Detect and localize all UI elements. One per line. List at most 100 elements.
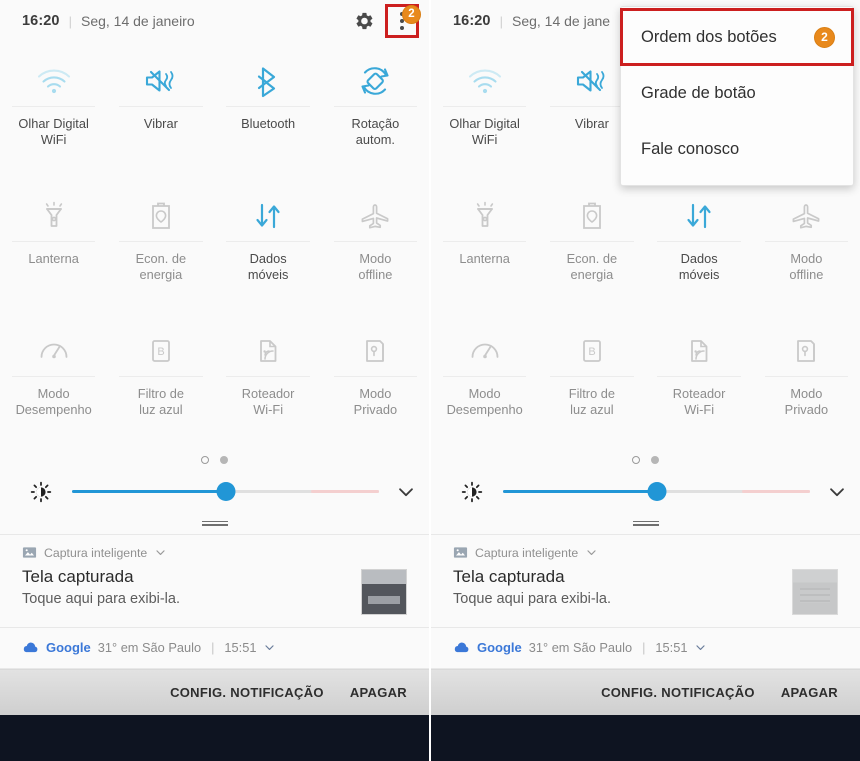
notification-subtitle: Toque aqui para exibi-la. [453, 591, 611, 607]
notification-settings-button[interactable]: CONFIG. NOTIFICAÇÃO [601, 685, 755, 700]
menu-item-fale-conosco[interactable]: Fale conosco [621, 121, 853, 177]
toggle-row: Modo Desempenho B Filtro de luz azul Rot… [0, 314, 429, 449]
menu-item-grade-de-botao[interactable]: Grade de botão [621, 65, 853, 121]
toggle-bluetooth[interactable]: Bluetooth [215, 44, 322, 179]
performance-mode-icon [467, 328, 503, 374]
toggle-rotacao-automatica[interactable]: Rotaçãoautom. [322, 44, 429, 179]
panel-drag-handle[interactable] [431, 513, 860, 534]
toggle-filtro-luz-azul[interactable]: B Filtro de luz azul [538, 314, 645, 449]
toggle-modo-desempenho[interactable]: Modo Desempenho [431, 314, 538, 449]
flashlight-icon [37, 193, 71, 239]
mobile-data-icon [251, 193, 285, 239]
airplane-icon [787, 193, 825, 239]
notification-area: Captura inteligente Tela capturada Toque… [0, 534, 429, 669]
toggle-lanterna[interactable]: Lanterna [0, 179, 107, 314]
toggle-lanterna[interactable]: Lanterna [431, 179, 538, 314]
notification-card[interactable]: Captura inteligente Tela capturada Toque… [0, 535, 429, 628]
notification-settings-button[interactable]: CONFIG. NOTIFICAÇÃO [170, 685, 324, 700]
toggle-roteador-wifi[interactable]: Roteador Wi-Fi [646, 314, 753, 449]
flashlight-icon [468, 193, 502, 239]
toggle-modo-privado[interactable]: Modo Privado [753, 314, 860, 449]
toggle-olhar-digital-wifi[interactable]: Olhar Digital WiFi [431, 44, 538, 179]
blue-light-filter-icon: B [576, 328, 608, 374]
toggle-divider [226, 241, 310, 242]
toggle-dados-moveis[interactable]: Dados móveis [215, 179, 322, 314]
toggle-divider [764, 376, 849, 377]
toggle-divider [226, 106, 310, 107]
toggle-divider [657, 376, 741, 377]
toggle-label: Olhar Digital WiFi [449, 116, 520, 147]
screenshot-thumbnail[interactable] [361, 569, 407, 615]
chevron-down-icon[interactable] [263, 641, 276, 654]
clear-all-button[interactable]: APAGAR [350, 685, 407, 700]
vibrate-icon [572, 58, 612, 104]
page-dot-2[interactable] [220, 455, 228, 464]
wifi-icon [465, 58, 505, 104]
status-time: 16:20 [453, 13, 491, 29]
notification-texts: Tela capturada Toque aqui para exibi-la. [453, 565, 792, 610]
menu-item-ordem-dos-botoes[interactable]: Ordem dos botões 2 [620, 8, 854, 66]
notification-body: Tela capturada Toque aqui para exibi-la. [453, 565, 846, 615]
toggle-modo-offline[interactable]: Modo offline [322, 179, 429, 314]
weather-separator: | [211, 640, 215, 655]
notification-card[interactable]: Captura inteligente Tela capturada Toque… [431, 535, 860, 628]
toggle-divider [226, 376, 310, 377]
toggle-economia-de-energia[interactable]: Econ. de energia [107, 179, 214, 314]
page-dot-1[interactable] [632, 455, 640, 464]
slider-knob[interactable] [647, 482, 666, 501]
page-indicator[interactable] [431, 449, 860, 470]
chevron-down-icon[interactable] [154, 546, 167, 559]
toggle-label: Modo Privado [784, 386, 829, 417]
notification-subtitle: Toque aqui para exibi-la. [22, 591, 180, 607]
chevron-down-icon[interactable] [694, 641, 707, 654]
notification-texts: Tela capturada Toque aqui para exibi-la. [22, 565, 361, 610]
notification-app-name: Captura inteligente [475, 545, 579, 560]
slider-knob[interactable] [216, 482, 235, 501]
toggle-label: Dados móveis [678, 251, 720, 282]
clear-all-button[interactable]: APAGAR [781, 685, 838, 700]
page-dot-1[interactable] [201, 455, 209, 464]
notification-title: Tela capturada [22, 567, 134, 586]
weather-source: Google [477, 640, 522, 655]
chevron-down-icon[interactable] [826, 481, 848, 503]
weather-notification[interactable]: Google 31° em São Paulo | 15:51 [0, 628, 429, 669]
quick-settings-panel-right: 16:20 | Seg, 14 de jane Ordem dos botões… [429, 0, 860, 761]
toggle-modo-desempenho[interactable]: Modo Desempenho [0, 314, 107, 449]
private-mode-icon [789, 328, 823, 374]
quick-settings-panel-left: 16:20 | Seg, 14 de janeiro 2 Olhar Digit… [0, 0, 429, 761]
toggle-economia-de-energia[interactable]: Econ. de energia [538, 179, 645, 314]
toggle-roteador-wifi[interactable]: Roteador Wi-Fi [215, 314, 322, 449]
gear-icon[interactable] [353, 10, 375, 32]
toggle-label: Econ. de energia [566, 251, 618, 282]
panel-drag-handle[interactable] [0, 513, 429, 534]
menu-item-badge: 2 [814, 26, 835, 48]
toggle-modo-offline[interactable]: Modo offline [753, 179, 860, 314]
chevron-down-icon[interactable] [395, 481, 417, 503]
notification-body: Tela capturada Toque aqui para exibi-la. [22, 565, 415, 615]
wifi-hotspot-icon [252, 328, 284, 374]
bluetooth-icon [254, 58, 282, 104]
page-dot-2[interactable] [651, 455, 659, 464]
weather-notification[interactable]: Google 31° em São Paulo | 15:51 [431, 628, 860, 669]
overflow-menu-button[interactable]: 2 [385, 4, 421, 38]
header-separator: | [68, 13, 72, 29]
toggle-filtro-luz-azul[interactable]: B Filtro de luz azul [107, 314, 214, 449]
toggle-olhar-digital-wifi[interactable]: Olhar Digital WiFi [0, 44, 107, 179]
toggle-label: Modo Privado [353, 386, 398, 417]
toggle-vibrar[interactable]: Vibrar [107, 44, 214, 179]
wifi-icon [34, 58, 74, 104]
toggle-dados-moveis[interactable]: Dados móveis [646, 179, 753, 314]
toggle-modo-privado[interactable]: Modo Privado [322, 314, 429, 449]
notification-app-row: Captura inteligente [22, 545, 415, 560]
screenshot-thumbnail[interactable] [792, 569, 838, 615]
brightness-icon [461, 481, 483, 503]
toggle-label: Roteador Wi-Fi [241, 386, 295, 417]
brightness-slider[interactable] [72, 481, 379, 503]
brightness-slider[interactable] [503, 481, 810, 503]
header-icon-group: 2 [353, 4, 421, 38]
page-indicator[interactable] [0, 449, 429, 470]
notification-action-bar: CONFIG. NOTIFICAÇÃO APAGAR [431, 669, 860, 715]
toggle-label: Modo offline [789, 251, 824, 282]
chevron-down-icon[interactable] [585, 546, 598, 559]
toggle-label: Bluetooth [241, 116, 296, 131]
